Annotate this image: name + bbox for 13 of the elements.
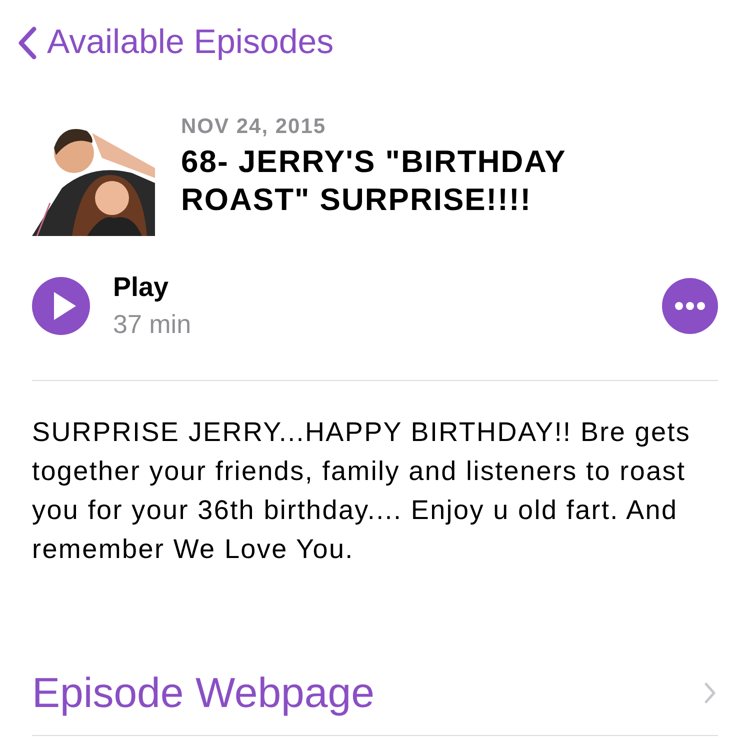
- back-link[interactable]: Available Episodes: [17, 23, 334, 62]
- episode-description: SURPRISE JERRY...HAPPY BIRTHDAY!! Bre gets together your friends, family and listeners to roast you for your 36th birthday.... Enjoy u old fart. And remember We Love You.: [32, 416, 692, 566]
- more-icon: [662, 278, 718, 334]
- episode-duration: 37 min: [113, 309, 192, 340]
- play-icon: [32, 277, 90, 335]
- back-chevron-icon: [17, 26, 37, 60]
- episode-date: NOV 24, 2015: [181, 115, 328, 139]
- episode-title: 68- JERRY'S "BIRTHDAY ROAST" SURPRISE!!!!: [181, 143, 567, 219]
- chevron-right-icon: [704, 682, 716, 704]
- play-button[interactable]: [32, 277, 90, 335]
- episode-webpage-link[interactable]: Episode Webpage: [32, 669, 718, 736]
- play-label: Play: [113, 272, 170, 303]
- more-button[interactable]: [662, 278, 718, 334]
